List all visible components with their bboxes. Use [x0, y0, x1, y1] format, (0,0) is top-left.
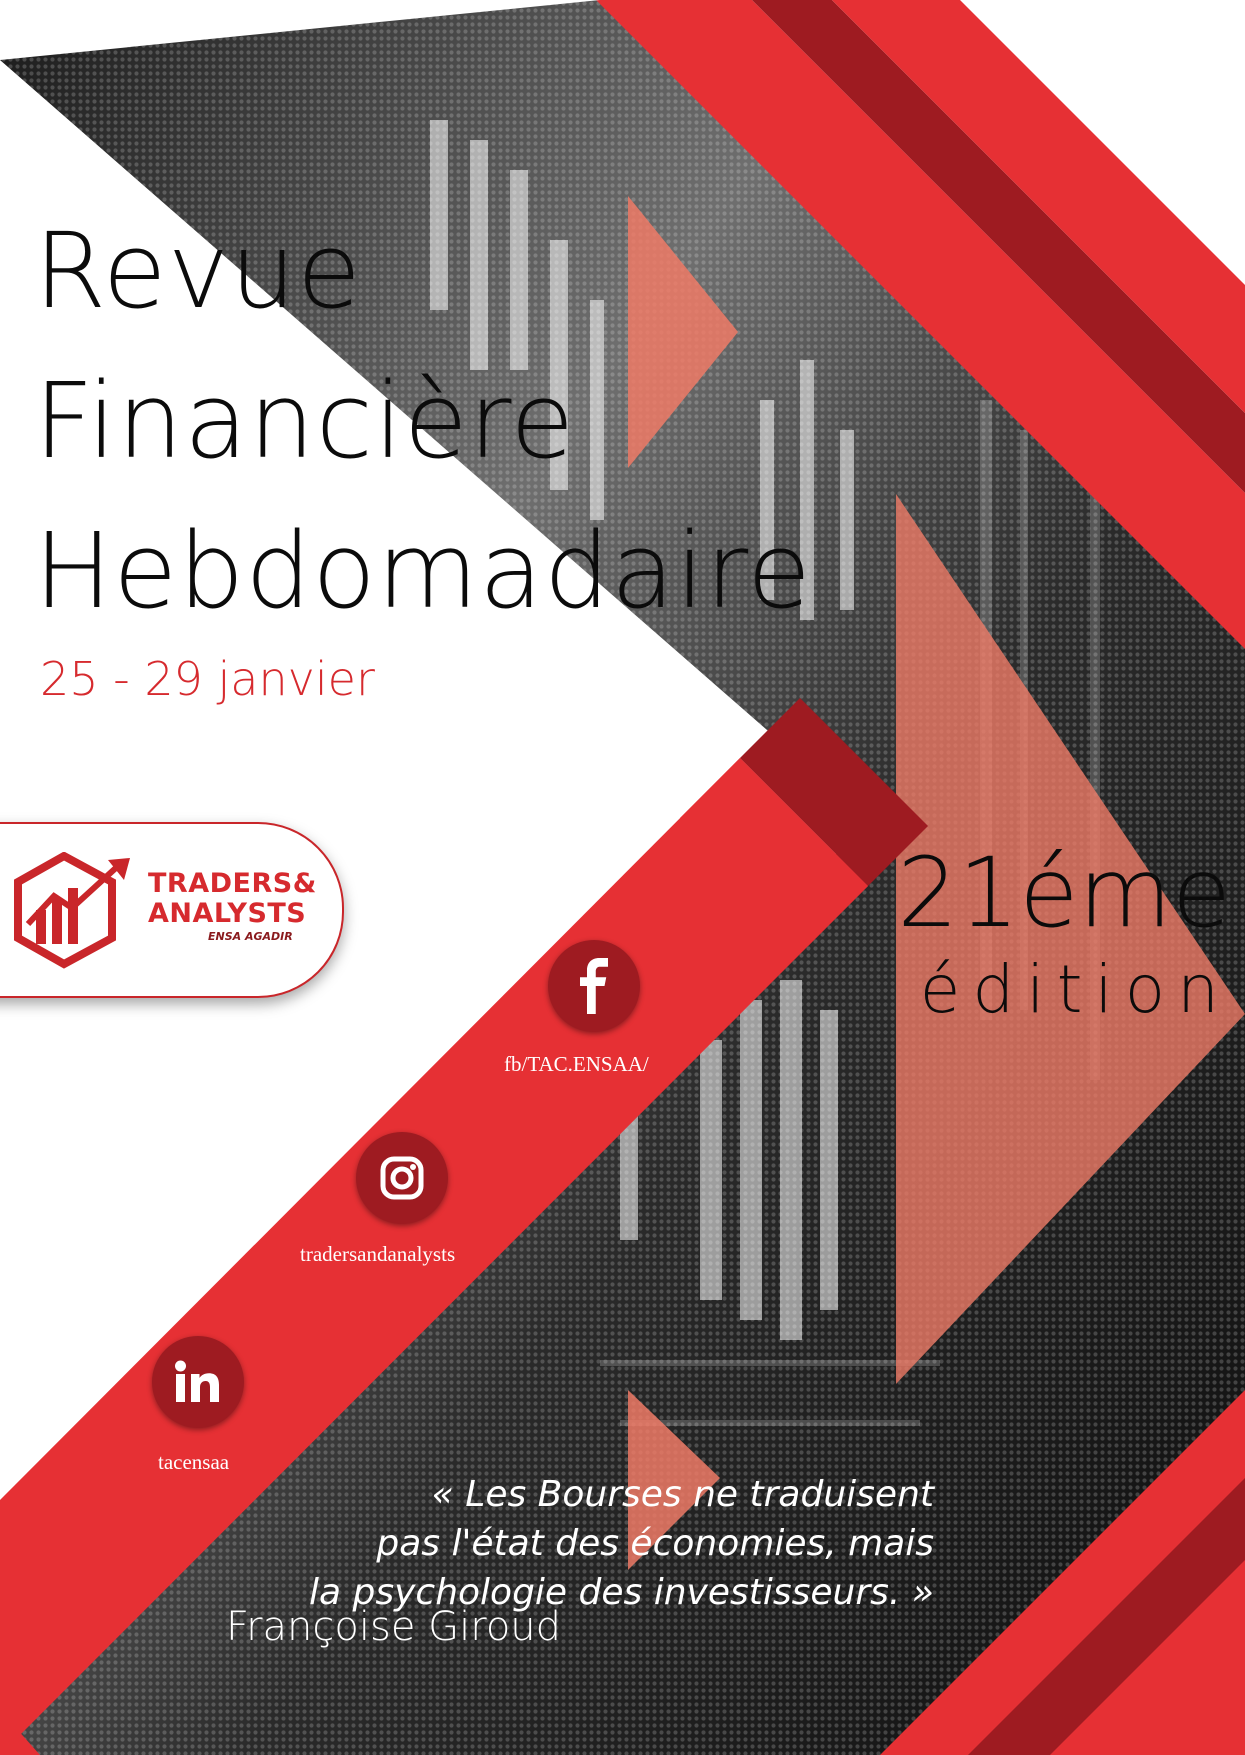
logo-text-school: ENSA AGADIR	[208, 930, 293, 943]
linkedin-link[interactable]	[152, 1336, 244, 1428]
instagram-link[interactable]	[356, 1132, 448, 1224]
edition-label: édition	[919, 951, 1231, 1028]
title-line-3: Hebdomadaire	[34, 510, 812, 632]
logo-badge: TRADERS& ANALYSTS ENSA AGADIR	[0, 822, 344, 998]
title-line-2: Financière	[34, 360, 576, 482]
instagram-handle[interactable]: tradersandanalysts	[300, 1242, 455, 1267]
facebook-handle[interactable]: fb/TAC.ENSAA/	[504, 1052, 649, 1077]
logo-text-traders: TRADERS&	[148, 868, 317, 899]
instagram-icon	[380, 1156, 424, 1200]
magazine-cover: Revue Financière Hebdomadaire 25 - 29 ja…	[0, 0, 1245, 1755]
facebook-link[interactable]	[548, 940, 640, 1032]
page-title: Revue Financière Hebdomadaire	[34, 196, 812, 646]
quote-author: Françoise Giroud	[226, 1604, 562, 1650]
quote-line-2: pas l'état des économies, mais	[376, 1523, 934, 1564]
quote-line-1: « Les Bourses ne traduisent	[431, 1474, 934, 1515]
facebook-icon	[580, 958, 608, 1014]
issue-date: 25 - 29 janvier	[40, 652, 375, 706]
logo-text-analysts: ANALYSTS	[148, 898, 307, 929]
title-line-1: Revue	[34, 210, 363, 332]
linkedin-handle[interactable]: tacensaa	[158, 1450, 229, 1475]
quote-block: « Les Bourses ne traduisent pas l'état d…	[244, 1470, 934, 1617]
edition-number: 21éme	[897, 837, 1231, 949]
traders-analysts-logo-icon	[14, 852, 130, 969]
linkedin-icon	[175, 1360, 219, 1402]
